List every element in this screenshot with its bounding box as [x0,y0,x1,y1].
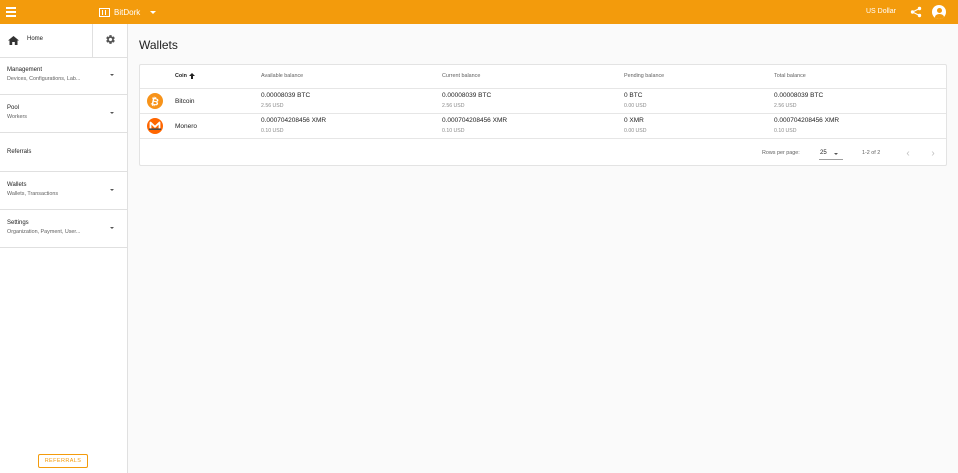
monero-icon [147,118,163,134]
available-balance-fiat: 2.56 USD [261,103,284,109]
current-balance: 0.000704208456 XMR [442,117,508,124]
current-balance: 0.00008039 BTC [442,92,492,99]
sidebar-item-label: Management [7,67,43,73]
sidebar-item-label: Pool [7,105,20,111]
account-icon[interactable] [932,5,946,19]
sidebar-item-sublabel: Organization, Payment, User... [7,229,81,235]
rows-per-page-value: 25 [820,150,827,156]
pending-balance: 0 XMR [624,117,644,124]
available-balance-fiat: 0.10 USD [261,128,284,134]
bitcoin-icon: ₿ [147,93,163,109]
wallets-table: Coin Available balance Current balance P… [139,64,947,166]
page-title: Wallets [139,38,178,52]
chevron-down-icon [110,74,114,76]
coin-name: Monero [175,123,198,130]
total-balance-fiat: 0.10 USD [774,128,797,134]
currency-selector[interactable]: US Dollar [866,8,896,15]
current-balance-fiat: 2.56 USD [442,103,465,109]
sidebar-item-referrals[interactable]: Referrals [0,133,127,172]
chevron-down-icon [110,227,114,229]
total-balance: 0.00008039 BTC [774,92,824,99]
chevron-down-icon [834,152,838,155]
menu-icon[interactable] [6,4,20,20]
chevron-right-icon: › [931,147,935,159]
sidebar-home-row: Home [0,24,127,58]
column-header-label: Coin [175,73,187,79]
chevron-down-icon [150,10,157,14]
chevron-left-icon: ‹ [906,147,910,159]
sidebar-item-management[interactable]: Management Devices, Configurations, Lab.… [0,58,127,95]
next-page-button[interactable]: › [926,146,940,160]
sidebar-item-label: Referrals [7,149,32,155]
sidebar-item-home[interactable]: Home [0,24,92,57]
column-header-coin[interactable]: Coin [175,73,195,79]
sidebar-item-label: Wallets [7,182,27,188]
rows-per-page-select[interactable]: 25 [819,147,843,160]
sidebar-item-sublabel: Workers [7,114,27,120]
organization-selector[interactable]: BitDork [99,5,157,19]
column-header-available[interactable]: Available balance [261,73,303,79]
svg-text:₿: ₿ [150,95,160,108]
arrow-up-icon [188,73,195,79]
share-icon[interactable] [910,6,922,18]
previous-page-button[interactable]: ‹ [901,146,915,160]
sidebar-item-label: Settings [7,220,29,226]
current-balance-fiat: 0.10 USD [442,128,465,134]
sidebar-item-sublabel: Wallets, Transactions [7,191,59,197]
total-balance: 0.000704208456 XMR [774,117,840,124]
coin-name: Bitcoin [175,98,195,105]
home-icon [8,36,19,45]
rows-per-page-label: Rows per page: [762,150,800,156]
column-header-pending[interactable]: Pending balance [624,73,664,79]
app-bar: BitDork US Dollar [0,0,958,24]
column-header-current[interactable]: Current balance [442,73,480,79]
chevron-down-icon [110,112,114,114]
organization-icon [99,7,110,17]
divider [140,138,946,139]
sidebar-item-sublabel: Devices, Configurations, Lab... [7,76,81,82]
column-header-total[interactable]: Total balance [774,73,806,79]
total-balance-fiat: 2.56 USD [774,103,797,109]
gear-icon[interactable] [92,24,127,57]
available-balance: 0.00008039 BTC [261,92,311,99]
chevron-down-icon [110,189,114,191]
organization-name: BitDork [114,7,141,17]
sidebar-item-wallets[interactable]: Wallets Wallets, Transactions [0,172,127,210]
pagination-range: 1-2 of 2 [862,150,881,156]
sidebar-item-pool[interactable]: Pool Workers [0,95,127,133]
table-row[interactable]: ₿ Bitcoin 0.00008039 BTC 2.56 USD 0.0000… [140,89,946,113]
sidebar-item-label: Home [27,36,44,42]
sidebar-item-settings[interactable]: Settings Organization, Payment, User... [0,210,127,248]
pending-balance-fiat: 0.00 USD [624,128,647,134]
sidebar: Home Management Devices, Configurations,… [0,24,128,473]
table-row[interactable]: Monero 0.000704208456 XMR 0.10 USD 0.000… [140,114,946,138]
pending-balance-fiat: 0.00 USD [624,103,647,109]
pending-balance: 0 BTC [624,92,643,99]
available-balance: 0.000704208456 XMR [261,117,327,124]
referrals-button[interactable]: REFERRALS [38,454,88,468]
